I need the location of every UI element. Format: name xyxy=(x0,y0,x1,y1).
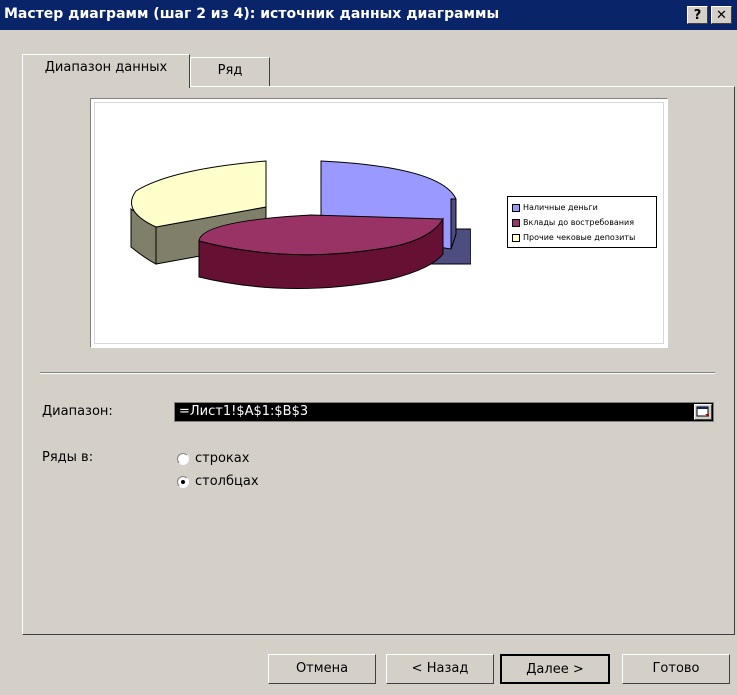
range-label: Диапазон: xyxy=(42,404,113,419)
radio-columns[interactable]: столбцах xyxy=(177,474,259,489)
next-button[interactable]: Далее > xyxy=(500,654,610,684)
series-in-label: Ряды в: xyxy=(42,450,94,465)
window-title: Мастер диаграмм (шаг 2 из 4): источник д… xyxy=(4,6,500,22)
collapse-icon xyxy=(696,406,709,417)
help-button[interactable]: ? xyxy=(687,6,708,24)
range-value: =Лист1!$A$1:$B$3 xyxy=(179,404,309,419)
chart-legend: Наличные деньги Вклады до востребования … xyxy=(507,196,657,248)
legend-item: Наличные деньги xyxy=(512,200,652,215)
finish-button[interactable]: Готово xyxy=(622,654,730,684)
legend-item: Вклады до востребования xyxy=(512,215,652,230)
tab-data-range[interactable]: Диапазон данных xyxy=(22,54,190,88)
separator xyxy=(40,372,715,374)
collapse-dialog-button[interactable] xyxy=(694,404,712,420)
pie-chart-3d xyxy=(130,160,471,289)
chart-preview: Наличные деньги Вклады до востребования … xyxy=(90,98,668,348)
close-button[interactable]: ✕ xyxy=(711,6,732,24)
cancel-button[interactable]: Отмена xyxy=(268,654,376,684)
back-button[interactable]: < Назад xyxy=(386,654,494,684)
legend-item: Прочие чековые депозиты xyxy=(512,230,652,245)
title-bar: Мастер диаграмм (шаг 2 из 4): источник д… xyxy=(0,0,737,30)
radio-button[interactable] xyxy=(177,475,189,488)
range-input[interactable]: =Лист1!$A$1:$B$3 xyxy=(174,402,714,422)
radio-rows[interactable]: строках xyxy=(177,451,249,466)
radio-button[interactable] xyxy=(177,452,189,465)
tab-series[interactable]: Ряд xyxy=(190,57,270,87)
